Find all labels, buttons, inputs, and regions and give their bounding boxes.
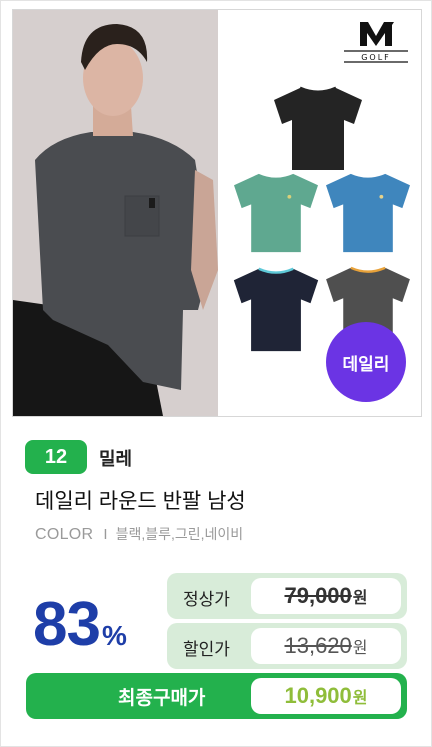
color-label: COLOR xyxy=(35,526,94,543)
color-separator: I xyxy=(103,526,108,543)
daily-badge: 데일리 xyxy=(326,322,406,402)
tee-green xyxy=(234,173,318,253)
sale-price-label: 할인가 xyxy=(183,640,230,659)
regular-price-row: 정상가 79,000 원 xyxy=(167,573,407,619)
regular-price-currency: 원 xyxy=(352,590,368,607)
model-illustration xyxy=(13,10,218,416)
tee-blue xyxy=(326,173,410,253)
regular-price-value: 79,000 xyxy=(284,583,352,608)
brand-logo: GOLF xyxy=(344,22,408,63)
final-price-currency: 원 xyxy=(352,690,368,707)
final-price-row: 최종구매가 10,900 원 xyxy=(26,673,407,719)
sale-price-row: 할인가 13,620 원 xyxy=(167,623,407,669)
tee-navy xyxy=(233,267,319,352)
product-title[interactable]: 데일리 라운드 반팔 남성 xyxy=(35,485,246,515)
discount-unit: % xyxy=(101,620,127,651)
product-lineup: GOLF 데일리 xyxy=(218,10,421,416)
sale-price-box: 13,620 원 xyxy=(251,628,401,664)
rank-badge: 12 xyxy=(25,440,87,474)
sale-price-currency: 원 xyxy=(352,640,368,657)
logo-text: GOLF xyxy=(361,53,391,62)
final-price-box: 10,900 원 xyxy=(251,678,401,714)
sale-price-value: 13,620 xyxy=(284,633,352,658)
color-options: COLOR I 블랙,블루,그린,네이비 xyxy=(35,524,243,544)
brand-name: 밀레 xyxy=(99,449,133,469)
discount-value: 83 xyxy=(33,590,101,659)
final-price-value: 10,900 xyxy=(284,683,352,708)
discount-rate: 83% xyxy=(33,589,127,660)
color-values: 블랙,블루,그린,네이비 xyxy=(115,526,244,542)
regular-price-box: 79,000 원 xyxy=(251,578,401,614)
product-card[interactable]: GOLF 데일리 12 밀레 데일리 라운드 반팔 남성 COLOR I 블랙,… xyxy=(0,0,432,747)
regular-price-label: 정상가 xyxy=(183,590,230,609)
product-image[interactable]: GOLF 데일리 xyxy=(12,9,422,417)
final-price-label: 최종구매가 xyxy=(118,688,206,709)
tee-black xyxy=(274,86,362,170)
model-photo xyxy=(13,10,218,416)
